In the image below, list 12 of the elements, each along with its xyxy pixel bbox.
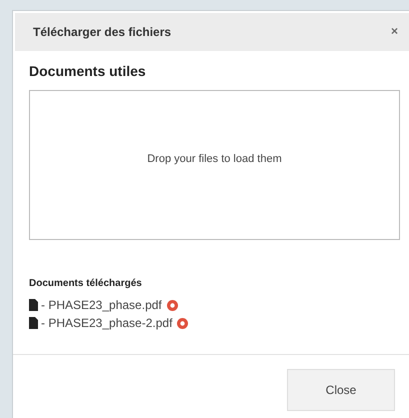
dialog-title: Télécharger des fichiers — [33, 25, 172, 39]
close-button[interactable]: Close — [287, 369, 395, 411]
file-name[interactable]: - PHASE23_phase.pdf — [41, 298, 162, 312]
drop-zone-text: Drop your files to load them — [147, 153, 282, 165]
remove-icon[interactable] — [166, 300, 178, 310]
remove-icon[interactable] — [177, 318, 188, 328]
section-title: Documents utiles — [29, 63, 147, 79]
uploaded-title: Documents téléchargés — [29, 278, 143, 289]
file-name[interactable]: - PHASE23_phase-2.pdf — [41, 316, 172, 330]
file-icon — [29, 317, 38, 329]
drop-zone[interactable]: Drop your files to load them — [29, 90, 400, 240]
file-icon — [29, 299, 38, 311]
